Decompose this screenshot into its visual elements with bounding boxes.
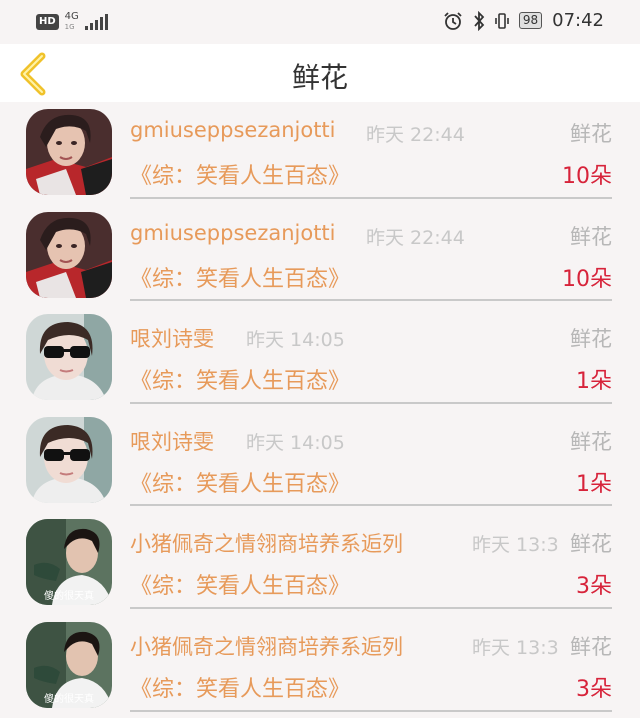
avatar[interactable] <box>26 314 112 401</box>
avatar[interactable] <box>26 211 112 298</box>
divider <box>130 606 612 609</box>
list-item[interactable]: gmiuseppsezanjotti 昨天 22:44 鲜花 《综：笑看人生百态… <box>0 205 640 308</box>
avatar[interactable]: 傻的很天真 <box>26 621 112 708</box>
username[interactable]: gmiuseppsezanjotti <box>130 118 336 142</box>
book-title-link[interactable]: 《综：笑看人生百态》 <box>130 363 350 395</box>
battery-indicator: 98 <box>518 12 543 29</box>
gift-type: 鲜花 <box>570 122 612 146</box>
gift-type: 鲜花 <box>570 532 612 557</box>
username[interactable]: 小猪佩奇之情翎商培养系逅列 <box>130 528 403 558</box>
clock: 07:42 <box>552 10 604 31</box>
book-title-link[interactable]: 《综：笑看人生百态》 <box>130 671 350 703</box>
signal-icon <box>84 14 108 30</box>
book-title-link[interactable]: 《综：笑看人生百态》 <box>130 466 350 498</box>
timestamp: 昨天 13:3 <box>472 534 559 557</box>
book-title-link[interactable]: 《综：笑看人生百态》 <box>130 568 350 600</box>
gift-type: 鲜花 <box>570 429 612 454</box>
bluetooth-icon <box>474 10 485 31</box>
gift-count: 1朵 <box>576 369 612 395</box>
network-subtype: 1G <box>64 23 75 31</box>
list-item[interactable]: gmiuseppsezanjotti 昨天 22:44 鲜花 《综：笑看人生百态… <box>0 102 640 205</box>
page-title: 鲜花 <box>291 61 348 94</box>
avatar[interactable] <box>26 109 112 195</box>
divider <box>130 196 612 199</box>
nav-bar: 鲜花 <box>0 44 640 102</box>
gift-record-list: gmiuseppsezanjotti 昨天 22:44 鲜花 《综：笑看人生百态… <box>0 102 640 718</box>
timestamp: 昨天 14:05 <box>246 329 345 352</box>
avatar-caption: 傻的很天真 <box>44 692 94 705</box>
gift-count: 3朵 <box>576 574 612 600</box>
book-title-link[interactable]: 《综：笑看人生百态》 <box>130 261 350 293</box>
gift-count: 1朵 <box>576 471 612 497</box>
book-title-link[interactable]: 《综：笑看人生百态》 <box>130 158 350 190</box>
divider <box>130 401 612 404</box>
alarm-icon <box>444 11 462 30</box>
divider <box>130 709 612 712</box>
gift-type: 鲜花 <box>570 634 612 659</box>
status-bar: HD 4G 1G 98 07:42 <box>0 0 640 44</box>
timestamp: 昨天 22:44 <box>366 226 465 249</box>
hd-badge: HD <box>36 14 59 30</box>
timestamp: 昨天 14:05 <box>246 431 345 454</box>
username[interactable]: 哏刘诗雯 <box>130 323 214 353</box>
username[interactable]: 哏刘诗雯 <box>130 426 214 456</box>
gift-type: 鲜花 <box>570 224 612 249</box>
avatar[interactable] <box>26 416 112 503</box>
avatar-caption: 傻的很天真 <box>44 589 94 602</box>
divider <box>130 504 612 507</box>
gift-count: 10朵 <box>562 164 612 189</box>
network-type: 4G <box>64 11 79 22</box>
gift-type: 鲜花 <box>570 327 612 352</box>
list-item[interactable]: 傻的很天真 小猪佩奇之情翎商培养系逅列 昨天 13:3 鲜花 《综：笑看人生百态… <box>0 512 640 615</box>
list-item[interactable]: 哏刘诗雯 昨天 14:05 鲜花 《综：笑看人生百态》 1朵 <box>0 307 640 410</box>
timestamp: 昨天 13:3 <box>472 636 559 659</box>
list-item[interactable]: 哏刘诗雯 昨天 14:05 鲜花 《综：笑看人生百态》 1朵 <box>0 410 640 513</box>
username[interactable]: gmiuseppsezanjotti <box>130 221 336 245</box>
vibrate-icon <box>495 12 509 29</box>
username[interactable]: 小猪佩奇之情翎商培养系逅列 <box>130 631 403 661</box>
gift-count: 10朵 <box>562 266 612 292</box>
avatar[interactable]: 傻的很天真 <box>26 519 112 606</box>
list-item[interactable]: 傻的很天真 小猪佩奇之情翎商培养系逅列 昨天 13:3 鲜花 《综：笑看人生百态… <box>0 615 640 718</box>
divider <box>130 299 612 302</box>
gift-count: 3朵 <box>576 676 612 702</box>
timestamp: 昨天 22:44 <box>366 124 465 146</box>
